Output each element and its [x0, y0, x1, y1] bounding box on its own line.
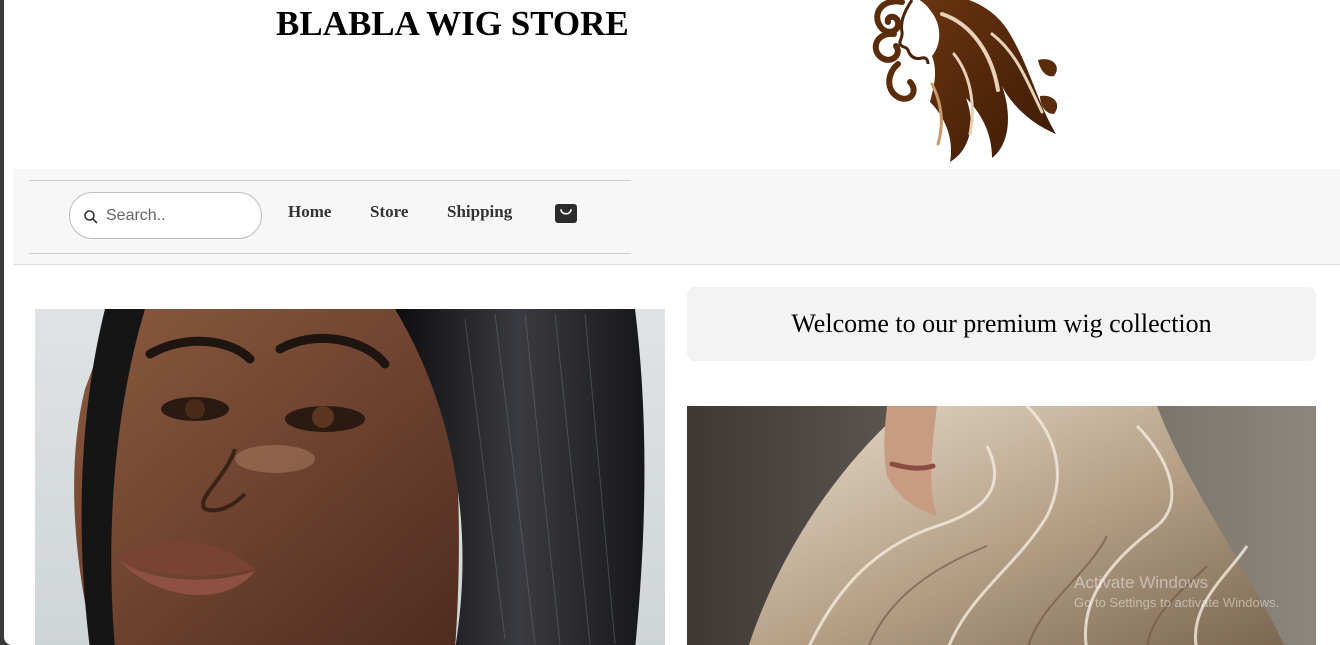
hair-logo-icon	[872, 0, 1058, 162]
search-input[interactable]	[106, 205, 256, 227]
welcome-banner: Welcome to our premium wig collection	[687, 287, 1316, 361]
store-title: BLABLA WIG STORE	[276, 4, 629, 43]
cart-button[interactable]	[555, 204, 577, 223]
shopping-bag-icon	[560, 209, 572, 215]
watermark-subtitle: Go to Settings to activate Windows.	[1074, 595, 1280, 610]
nav-link-store[interactable]: Store	[370, 202, 408, 222]
product-image-straight-black-hair	[35, 309, 665, 645]
navigation-inner: Home Store Shipping	[29, 180, 631, 254]
welcome-text: Welcome to our premium wig collection	[791, 309, 1212, 338]
nav-link-home[interactable]: Home	[288, 202, 331, 222]
page-viewport: BLABLA WIG STORE Search.. Home Store Shi…	[4, 0, 1340, 645]
search-icon	[84, 210, 98, 224]
watermark-title: Activate Windows	[1074, 573, 1209, 592]
windows-activation-watermark: Activate Windows Go to Settings to activ…	[1074, 573, 1279, 610]
nav-link-shipping[interactable]: Shipping	[447, 202, 512, 222]
navigation-bar: Home Store Shipping	[13, 169, 1340, 265]
search-box[interactable]	[69, 192, 262, 239]
